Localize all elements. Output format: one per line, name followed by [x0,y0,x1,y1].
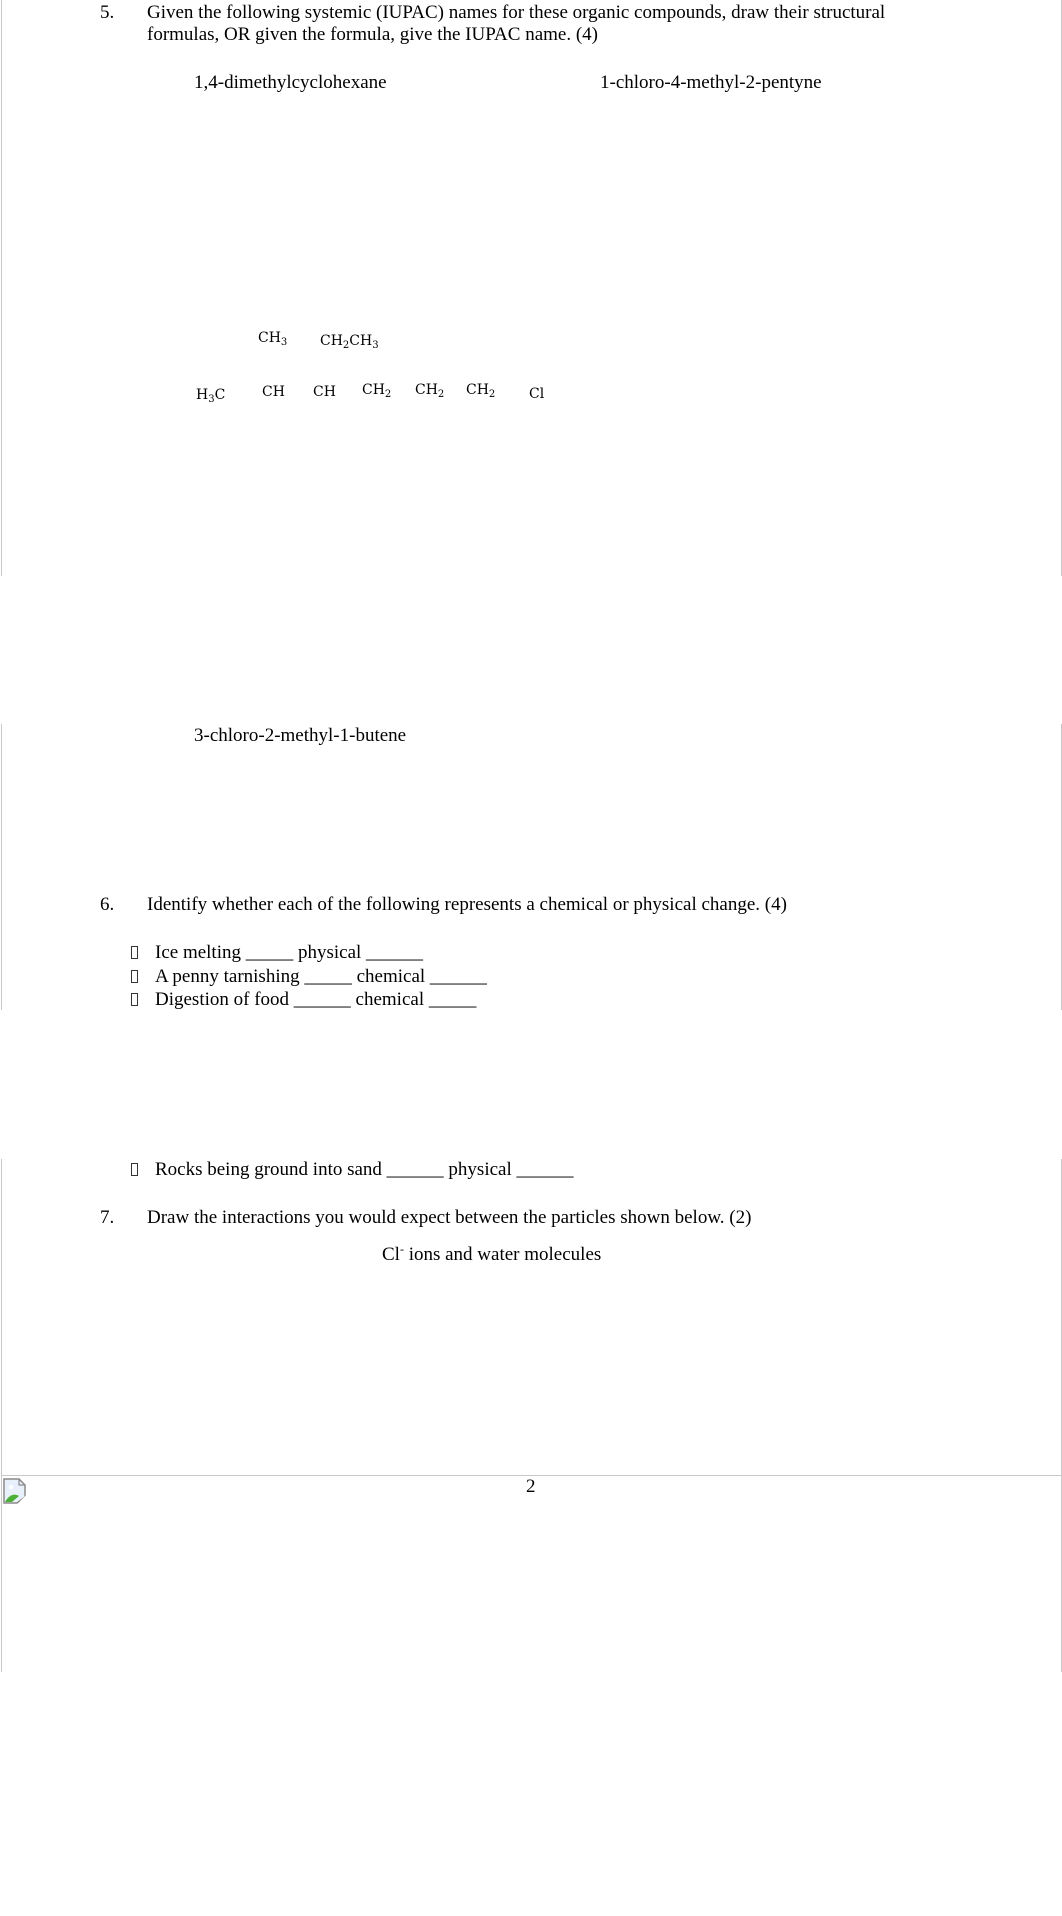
list-item: Rocks being ground into sand ______ phys… [131,1158,574,1181]
chain-group: CH2 [466,382,496,400]
question-text: Identify whether each of the following r… [147,894,787,915]
broken-image-icon [3,1478,29,1504]
chain-group: CH [262,384,285,400]
list-item: Digestion of food ______ chemical _____ [131,988,476,1011]
compound-name: 3-chloro-2-methyl-1-butene [194,725,407,746]
chain-group: CH2 [362,382,392,400]
bullet-icon [131,970,138,983]
bullet-icon [131,1163,138,1176]
list-item: Ice melting _____ physical ______ [131,941,423,964]
question-number: 6. [100,894,115,915]
chain-group: H3C [196,387,226,405]
list-item: A penny tarnishing _____ chemical ______ [131,965,487,988]
page-border-left [1,724,2,1010]
question-number: 5. [100,2,115,23]
particles-label: Cl- ions and water molecules [382,1242,602,1265]
page-border-left [1,1159,2,1672]
chain-group: CH2 [415,382,445,400]
chain-group: CH [313,384,336,400]
compound-name: 1-chloro-4-methyl-2-pentyne [600,72,822,93]
substituent-methyl: CH3 [258,330,288,348]
question-text: Draw the interactions you would expect b… [147,1207,752,1228]
page-number: 2 [526,1476,536,1497]
question-number: 7. [100,1207,115,1228]
substituent-ethyl: CH2CH3 [320,333,379,351]
question-text: formulas, OR given the formula, give the… [147,24,598,45]
bullet-icon [131,993,138,1006]
chain-group: Cl [529,386,545,402]
page-border-left [1,0,2,576]
question-text: Given the following systemic (IUPAC) nam… [147,2,886,23]
compound-name: 1,4-dimethylcyclohexane [194,72,387,93]
bullet-icon [131,946,138,959]
